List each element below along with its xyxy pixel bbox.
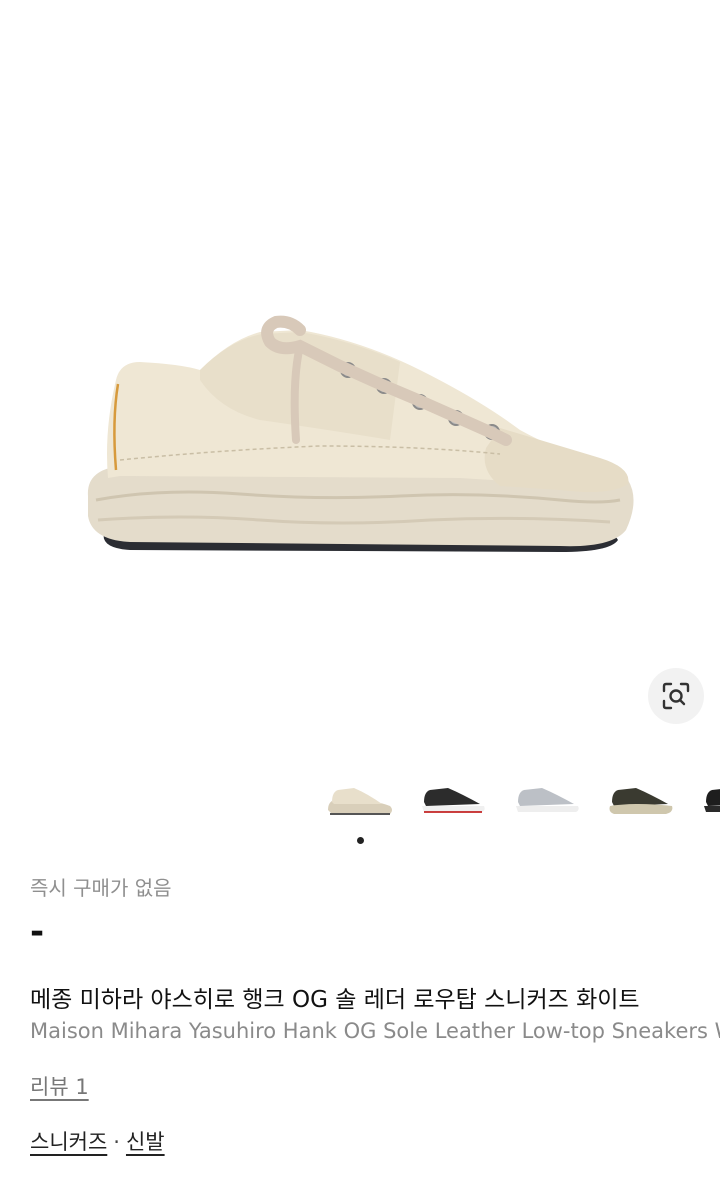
lens-search-button[interactable] — [648, 668, 704, 724]
review-link[interactable]: 리뷰 1 — [30, 1071, 89, 1101]
gallery-pagination — [0, 832, 720, 848]
category-link-shoes[interactable]: 신발 — [126, 1130, 165, 1154]
thumbnail-strip — [0, 768, 720, 828]
category-links: 스니커즈 · 신발 — [30, 1126, 165, 1156]
product-image-area[interactable] — [0, 0, 720, 760]
product-title-ko: 메종 미하라 야스히로 행크 OG 솔 레더 로우탑 스니커즈 화이트 — [30, 987, 640, 1013]
lens-search-icon — [662, 682, 690, 710]
thumbnail-olive-black[interactable] — [602, 768, 682, 828]
thumbnail-image — [516, 788, 579, 812]
thumbnail-black[interactable] — [414, 768, 494, 828]
pagination-dot-active[interactable] — [357, 837, 364, 844]
product-title-en: Maison Mihara Yasuhiro Hank OG Sole Leat… — [30, 1019, 720, 1043]
thumbnail-image — [704, 789, 720, 812]
category-link-sneakers[interactable]: 스니커즈 — [30, 1130, 107, 1154]
thumbnail-grey[interactable] — [508, 768, 588, 828]
price: - — [30, 912, 45, 952]
category-separator: · — [113, 1130, 120, 1154]
thumbnail-cream[interactable] — [320, 768, 400, 828]
product-main-image — [87, 315, 634, 552]
thumbnail-image — [422, 788, 485, 813]
thumbnail-image — [328, 788, 392, 815]
thumbnail-image — [609, 788, 673, 814]
thumbnail-black-2[interactable] — [696, 768, 720, 828]
availability-status: 즉시 구매가 없음 — [30, 876, 172, 900]
